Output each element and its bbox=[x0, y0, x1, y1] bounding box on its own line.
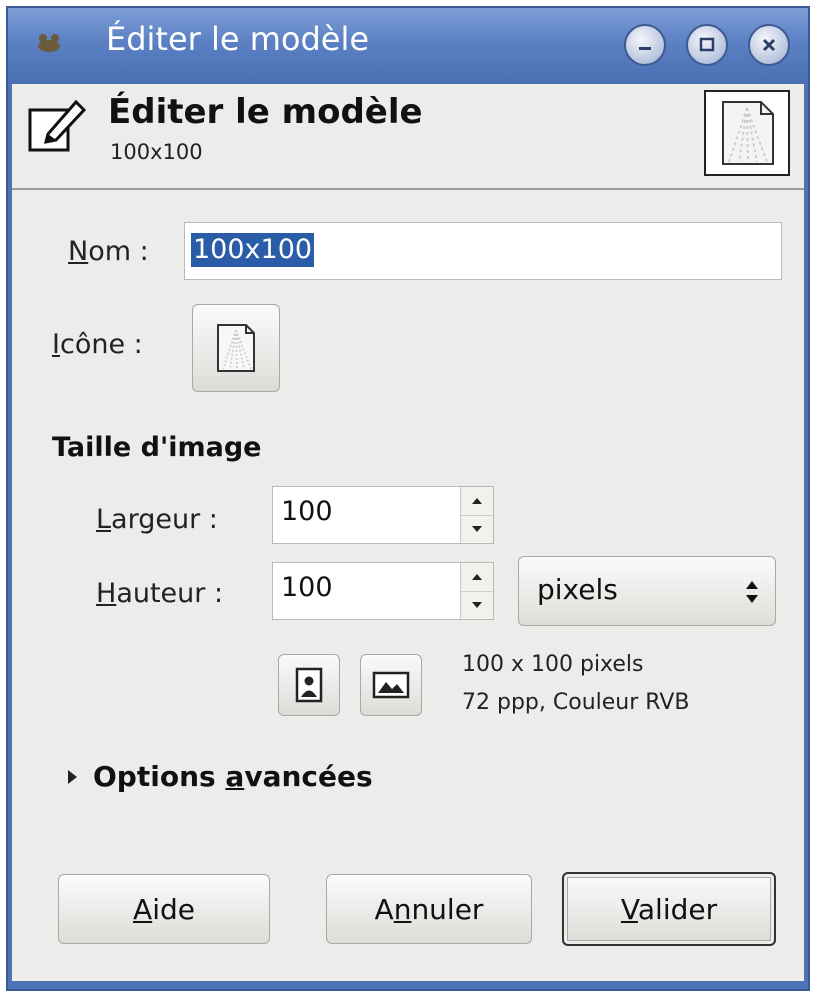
height-spinbutton[interactable]: 100 bbox=[272, 562, 494, 620]
edit-icon bbox=[28, 99, 87, 152]
dialog-header: Éditer le modèle 100x100 bbox=[12, 84, 804, 190]
maximize-button[interactable] bbox=[686, 24, 728, 66]
landscape-icon bbox=[372, 671, 410, 699]
unit-select-value: pixels bbox=[537, 573, 618, 606]
name-input[interactable]: 100x100 bbox=[184, 222, 782, 280]
height-value: 100 bbox=[281, 572, 333, 603]
portrait-button[interactable] bbox=[278, 654, 340, 716]
header-subtitle: 100x100 bbox=[110, 140, 203, 164]
width-label: Largeur : bbox=[96, 504, 218, 535]
arrow-down-icon bbox=[472, 526, 482, 532]
arrow-up-icon bbox=[472, 574, 482, 580]
width-value: 100 bbox=[281, 496, 333, 527]
height-label: Hauteur : bbox=[96, 578, 224, 609]
title-bar[interactable]: Éditer le modèle bbox=[8, 8, 808, 84]
name-label: Nom : bbox=[68, 236, 149, 267]
height-increment[interactable] bbox=[461, 563, 493, 592]
window-bottom-border bbox=[12, 981, 804, 989]
width-stepper bbox=[460, 487, 493, 543]
cancel-button-label: Annuler bbox=[374, 892, 484, 926]
size-info-line1: 100 x 100 pixels bbox=[462, 652, 644, 677]
image-size-heading: Taille d'image bbox=[52, 432, 262, 463]
landscape-button[interactable] bbox=[360, 654, 422, 716]
help-button-label: Aide bbox=[133, 892, 195, 926]
template-preview bbox=[704, 90, 790, 176]
maximize-icon bbox=[699, 37, 715, 52]
header-title: Éditer le modèle bbox=[108, 92, 423, 132]
minimize-icon bbox=[639, 47, 651, 50]
ok-button[interactable]: Valider bbox=[562, 872, 776, 946]
unit-select[interactable]: pixels bbox=[518, 556, 776, 626]
cancel-button[interactable]: Annuler bbox=[326, 874, 532, 944]
gimp-app-icon bbox=[38, 34, 60, 52]
icon-label: Icône : bbox=[52, 329, 143, 360]
expander-arrow-icon bbox=[68, 769, 77, 784]
advanced-options-label: Options avancées bbox=[93, 760, 373, 793]
ok-button-label: Valider bbox=[620, 892, 718, 926]
portrait-icon bbox=[295, 667, 323, 703]
help-button[interactable]: Aide bbox=[58, 874, 270, 944]
updown-arrows-icon bbox=[746, 581, 758, 603]
window-title: Éditer le modèle bbox=[106, 20, 370, 58]
width-spinbutton[interactable]: 100 bbox=[272, 486, 494, 544]
close-button[interactable] bbox=[748, 24, 790, 66]
dialog-body: Éditer le modèle 100x100 Nom : 100x100 I… bbox=[12, 84, 804, 981]
arrow-up-icon bbox=[472, 498, 482, 504]
arrow-down-icon bbox=[472, 602, 482, 608]
advanced-options-expander[interactable]: Options avancées bbox=[68, 760, 373, 793]
template-icon bbox=[217, 324, 255, 372]
template-icon bbox=[722, 101, 774, 165]
close-icon bbox=[762, 38, 776, 52]
icon-picker-button[interactable] bbox=[192, 304, 280, 392]
dialog-window: Éditer le modèle Éditer le modèle 100x10… bbox=[6, 6, 810, 991]
name-input-value: 100x100 bbox=[191, 233, 315, 267]
size-info-line2: 72 ppp, Couleur RVB bbox=[462, 690, 690, 715]
minimize-button[interactable] bbox=[624, 24, 666, 66]
width-decrement[interactable] bbox=[461, 515, 493, 543]
height-decrement[interactable] bbox=[461, 591, 493, 619]
height-stepper bbox=[460, 563, 493, 619]
width-increment[interactable] bbox=[461, 487, 493, 516]
